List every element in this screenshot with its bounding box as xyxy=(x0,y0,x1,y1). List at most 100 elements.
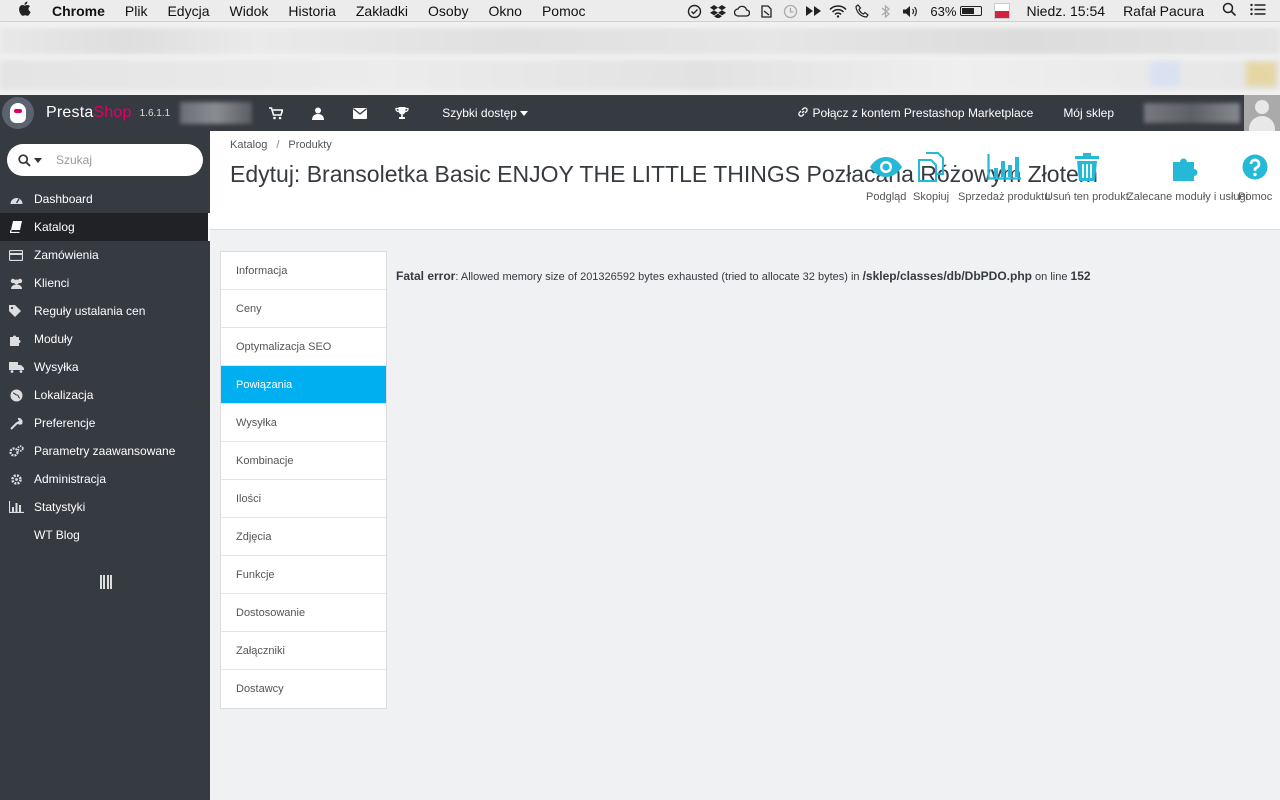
cart-icon[interactable] xyxy=(266,103,286,123)
marketplace-connect-link[interactable]: Połącz z kontem Prestashop Marketplace xyxy=(797,106,1033,121)
menu-zakladki[interactable]: Zakładki xyxy=(356,3,408,19)
search-input[interactable] xyxy=(56,153,176,167)
tab-informacja[interactable]: Informacja xyxy=(221,252,386,290)
sidebar-item-parametry[interactable]: Parametry zaawansowane xyxy=(0,437,210,465)
apple-icon[interactable] xyxy=(18,1,38,20)
recommended-modules-button[interactable]: Zalecane moduły i usługi xyxy=(1127,151,1248,203)
menu-osoby[interactable]: Osoby xyxy=(428,3,468,19)
script-icon[interactable] xyxy=(754,4,778,19)
sidebar-item-preferencje[interactable]: Preferencje xyxy=(0,409,210,437)
sidebar-item-lokalizacja[interactable]: Lokalizacja xyxy=(0,381,210,409)
volume-icon[interactable] xyxy=(898,5,922,18)
sidebar-item-label: Dashboard xyxy=(34,192,93,206)
menu-historia[interactable]: Historia xyxy=(288,3,335,19)
help-button-label: Pomoc xyxy=(1238,191,1273,203)
my-shop-link[interactable]: Mój sklep xyxy=(1063,106,1114,120)
recommended-modules-button-label: Zalecane moduły i usługi xyxy=(1127,191,1249,203)
delete-product-button-label: Usuń ten produkt xyxy=(1045,191,1129,203)
menubar-app-name[interactable]: Chrome xyxy=(52,3,105,19)
menubar-clock[interactable]: Niedz. 15:54 xyxy=(1026,3,1105,19)
sidebar-item-statystyki[interactable]: Statystyki xyxy=(0,493,210,521)
sidebar-item-klienci[interactable]: Klienci xyxy=(0,269,210,297)
timemachine-icon[interactable] xyxy=(778,4,802,19)
sidebar-item-label: Wysyłka xyxy=(34,360,79,374)
fast-forward-icon[interactable] xyxy=(802,5,826,17)
menu-okno[interactable]: Okno xyxy=(488,3,521,19)
sidebar-item-zamowienia[interactable]: Zamówienia xyxy=(0,241,210,269)
sidebar-item-dashboard[interactable]: Dashboard xyxy=(0,185,210,213)
trophy-icon[interactable] xyxy=(392,103,412,123)
error-on-line-text: on line xyxy=(1031,271,1071,283)
input-source-flag-icon[interactable] xyxy=(994,3,1011,19)
blurred-extension-icon xyxy=(1246,62,1276,86)
sidebar-item-label: Parametry zaawansowane xyxy=(34,444,176,458)
tab-seo[interactable]: Optymalizacja SEO xyxy=(221,328,386,366)
blurred-extension-icon xyxy=(1150,62,1180,86)
quick-access-dropdown[interactable]: Szybki dostęp xyxy=(442,106,528,120)
trash-icon xyxy=(1074,151,1099,183)
sidebar-item-wysylka[interactable]: Wysyłka xyxy=(0,353,210,381)
tab-zdjecia[interactable]: Zdjęcia xyxy=(221,518,386,556)
sidebar-search[interactable] xyxy=(7,144,203,176)
gear-icon xyxy=(8,473,24,486)
caret-down-icon xyxy=(519,110,528,116)
dropbox-icon[interactable] xyxy=(706,4,730,18)
prestashop-brand[interactable]: PrestaShop xyxy=(46,104,132,122)
tab-strip-blurred xyxy=(0,28,1280,54)
prestashop-logo[interactable] xyxy=(0,95,36,131)
menu-edycja[interactable]: Edycja xyxy=(167,3,209,19)
spotlight-search-icon[interactable] xyxy=(1222,2,1240,20)
wifi-icon[interactable] xyxy=(826,4,850,18)
tab-powiazania[interactable]: Powiązania xyxy=(221,366,386,404)
tab-dostawcy[interactable]: Dostawcy xyxy=(221,670,386,708)
cogs-icon xyxy=(8,444,24,458)
breadcrumb-item-katalog[interactable]: Katalog xyxy=(230,139,267,151)
bluetooth-icon[interactable] xyxy=(874,4,898,19)
battery-icon[interactable] xyxy=(960,6,983,16)
fatal-error-message: Fatal error: Allowed memory size of 2013… xyxy=(396,269,1091,283)
menu-plik[interactable]: Plik xyxy=(125,3,148,19)
tab-dostosowanie[interactable]: Dostosowanie xyxy=(221,594,386,632)
notification-center-icon[interactable] xyxy=(1250,3,1268,19)
menubar-user[interactable]: Rafał Pacura xyxy=(1123,3,1204,19)
phone-icon[interactable] xyxy=(850,4,874,18)
sidebar-item-katalog[interactable]: Katalog xyxy=(0,213,210,241)
copy-button[interactable]: Skopiuj xyxy=(913,151,949,203)
tab-zalaczniki[interactable]: Załączniki xyxy=(221,632,386,670)
tab-ilosci[interactable]: Ilości xyxy=(221,480,386,518)
preview-button[interactable]: Podgląd xyxy=(866,151,906,203)
creative-cloud-icon[interactable] xyxy=(730,5,754,17)
eye-icon xyxy=(869,151,903,183)
breadcrumb-item-produkty[interactable]: Produkty xyxy=(288,139,331,151)
error-file-path: /sklep/classes/db/DbPDO.php xyxy=(862,269,1032,283)
product-sales-button[interactable]: Sprzedaż produktu xyxy=(958,151,1050,203)
main-content: Katalog / Produkty Edytuj: Bransoletka B… xyxy=(210,131,1280,800)
caret-down-icon[interactable] xyxy=(34,157,42,163)
message-icon[interactable] xyxy=(350,103,370,123)
help-icon xyxy=(1242,151,1268,183)
sidebar-item-label: Klienci xyxy=(34,276,70,290)
menu-pomoc[interactable]: Pomoc xyxy=(542,3,586,19)
menu-widok[interactable]: Widok xyxy=(230,3,269,19)
sidebar-item-wt-blog[interactable]: WT Blog xyxy=(0,521,210,549)
tab-wysylka[interactable]: Wysyłka xyxy=(221,404,386,442)
sidebar-item-administracja[interactable]: Administracja xyxy=(0,465,210,493)
breadcrumb: Katalog / Produkty xyxy=(230,139,332,151)
error-line-number: 152 xyxy=(1070,269,1091,283)
tab-ceny[interactable]: Ceny xyxy=(221,290,386,328)
browser-chrome-blurred xyxy=(0,22,1280,95)
tab-funkcje[interactable]: Funkcje xyxy=(221,556,386,594)
sidebar-collapse-toggle[interactable] xyxy=(100,575,112,589)
help-button[interactable]: Pomoc xyxy=(1238,151,1272,203)
avatar[interactable] xyxy=(1244,95,1280,131)
error-label: Fatal error xyxy=(396,269,456,283)
search-icon[interactable] xyxy=(18,153,31,167)
prestashop-header: PrestaShop 1.6.1.1 Szybki dostęp Połącz … xyxy=(0,95,1280,131)
puzzle-icon xyxy=(8,333,24,346)
tab-kombinacje[interactable]: Kombinacje xyxy=(221,442,386,480)
sidebar-item-reguly[interactable]: Reguły ustalania cen xyxy=(0,297,210,325)
customer-icon[interactable] xyxy=(308,103,328,123)
checkmark-status-icon[interactable] xyxy=(682,4,706,19)
sidebar-item-moduly[interactable]: Moduły xyxy=(0,325,210,353)
delete-product-button[interactable]: Usuń ten produkt xyxy=(1045,151,1129,203)
